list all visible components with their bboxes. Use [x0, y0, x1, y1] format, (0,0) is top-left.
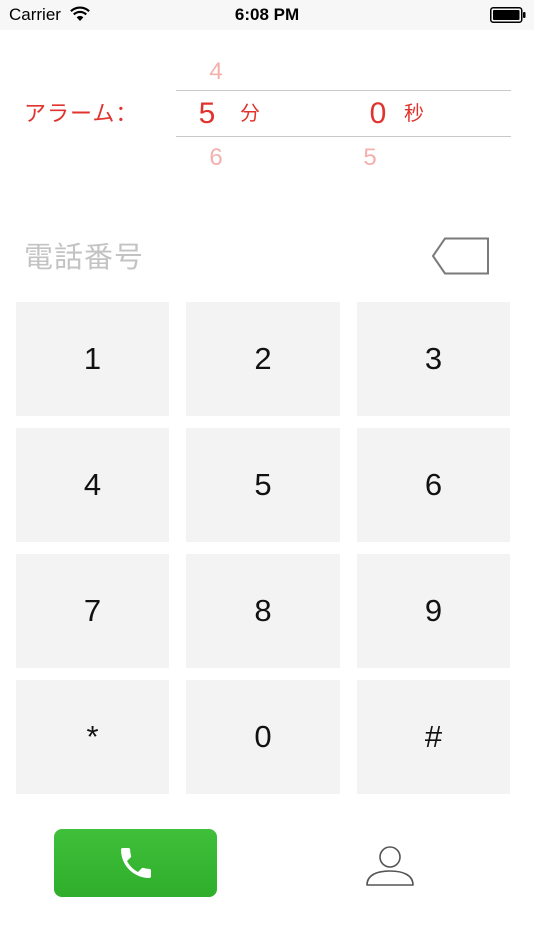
phone-icon: [120, 848, 151, 878]
key-1[interactable]: 1: [16, 302, 169, 416]
battery-icon: [490, 7, 526, 23]
status-time: 6:08 PM: [234, 5, 300, 24]
key-star[interactable]: *: [16, 680, 169, 794]
keypad: 1 2 3 4 5 6 7 8 9 * 0 #: [16, 302, 511, 794]
contacts-button[interactable]: [362, 840, 418, 890]
seconds-option-below[interactable]: 5: [340, 142, 400, 174]
key-6[interactable]: 6: [357, 428, 510, 542]
key-5[interactable]: 5: [186, 428, 340, 542]
key-4[interactable]: 4: [16, 428, 169, 542]
seconds-selected[interactable]: 0: [348, 98, 408, 130]
key-3[interactable]: 3: [357, 302, 510, 416]
key-2[interactable]: 2: [186, 302, 340, 416]
key-8[interactable]: 8: [186, 554, 340, 668]
key-7[interactable]: 7: [16, 554, 169, 668]
phone-number-field[interactable]: 電話番号: [24, 240, 144, 276]
key-9[interactable]: 9: [357, 554, 510, 668]
key-hash[interactable]: #: [357, 680, 510, 794]
minutes-unit-label: 分: [240, 103, 260, 125]
picker-selection-top-line: [176, 90, 511, 91]
minutes-option-above[interactable]: 4: [186, 56, 246, 88]
call-button[interactable]: [54, 829, 217, 897]
key-0[interactable]: 0: [186, 680, 340, 794]
status-bar: Carrier 6:08 PM: [0, 0, 534, 30]
seconds-unit-label: 秒: [404, 103, 424, 125]
backspace-icon[interactable]: [431, 237, 491, 275]
picker-selection-bottom-line: [176, 136, 511, 137]
person-icon: [366, 846, 414, 886]
minutes-selected[interactable]: 5: [177, 98, 237, 130]
minutes-option-below[interactable]: 6: [186, 142, 246, 174]
alarm-label: アラーム：: [24, 101, 139, 126]
